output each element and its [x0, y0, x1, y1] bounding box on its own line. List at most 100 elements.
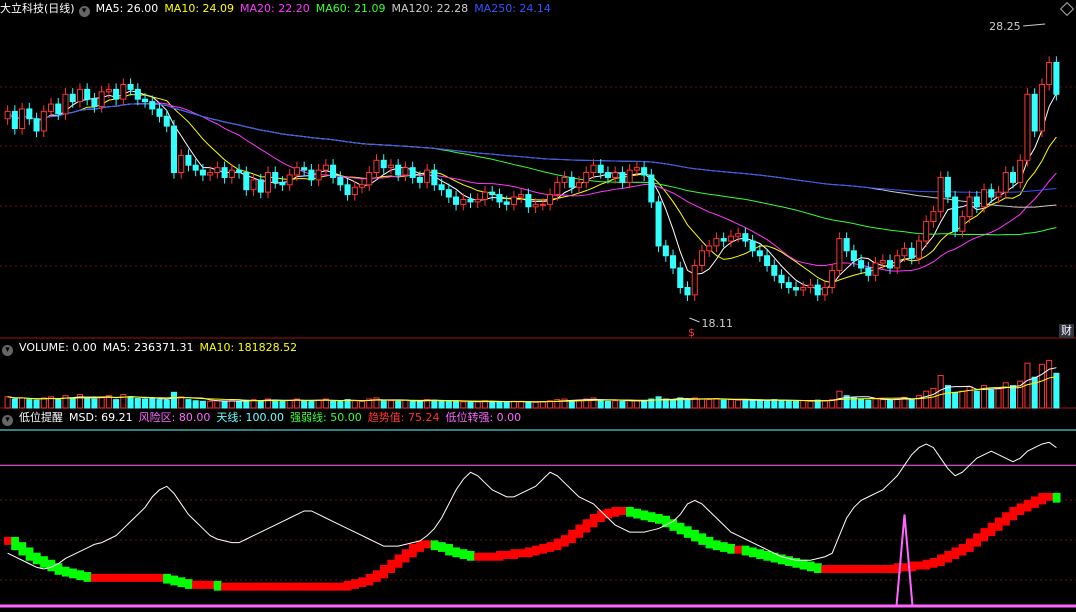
trend-block [336, 582, 345, 591]
trend-block [387, 559, 396, 574]
chevron-down-icon[interactable]: ▾ [2, 345, 13, 356]
volume-bar [438, 400, 445, 409]
volume-bar [308, 400, 315, 409]
trend-block [286, 582, 294, 591]
candle-body [4, 110, 11, 120]
volume-bar [713, 397, 720, 409]
volume-bar [127, 396, 134, 409]
candle-body [785, 282, 792, 289]
candle-body [19, 108, 26, 130]
trend-block [249, 582, 258, 591]
volume-bar [380, 399, 387, 409]
finance-tag[interactable]: 财 [1059, 324, 1074, 338]
volume-bar [532, 401, 539, 409]
indicator-label: 强弱线: 50.00 [290, 411, 362, 424]
volume-bar [330, 400, 337, 409]
trend-block [1052, 492, 1061, 503]
trend-block [177, 577, 186, 588]
trend-block [235, 582, 244, 591]
trend-block [437, 542, 446, 552]
candle-body [366, 172, 373, 186]
trend-block [481, 552, 490, 561]
candle-body [872, 262, 879, 276]
candle-body [243, 172, 250, 191]
trend-block [864, 565, 873, 574]
volume-bar [510, 400, 517, 409]
low-price-arrow [689, 317, 700, 323]
volume-bar [778, 399, 785, 409]
trend-block [343, 580, 352, 591]
trend-block [560, 535, 569, 547]
trend-block [307, 582, 316, 591]
candle-body [973, 196, 980, 208]
volume-bar [633, 400, 640, 409]
volume-bar [626, 399, 633, 409]
candle-body [814, 284, 821, 296]
candle-body [677, 267, 684, 289]
volume-bar [474, 401, 481, 409]
candle-body [474, 198, 481, 203]
candle-body [387, 164, 394, 169]
volume-bar [655, 396, 662, 409]
candle-body [771, 265, 778, 276]
trend-block [495, 550, 504, 561]
trend-block [430, 540, 439, 551]
trend-block [409, 543, 417, 558]
trend-block [1002, 512, 1010, 526]
trend-block [242, 582, 251, 591]
volume-bar [937, 375, 944, 409]
volume-bar [467, 401, 474, 409]
candle-body [532, 203, 539, 208]
high-price-arrow [1023, 23, 1046, 27]
volume-bar [134, 397, 141, 409]
volume-bar [409, 400, 416, 409]
trend-block [532, 545, 540, 556]
candle-body [865, 267, 872, 276]
trend-block [329, 582, 338, 591]
volume-label: MA10: 181828.52 [199, 341, 298, 354]
candle-body [792, 287, 800, 291]
candle-body [445, 189, 452, 198]
main-legend: 大立科技(日线) ▾ MA5: 26.00 MA10: 24.09 MA20: 22.2… [0, 1, 563, 17]
trend-block [994, 517, 1003, 531]
trend-block [90, 573, 99, 582]
candle-body [344, 184, 351, 196]
chevron-down-icon[interactable]: ▾ [78, 6, 90, 17]
trend-block [372, 570, 381, 582]
candle-body [575, 181, 583, 188]
trend-block [937, 554, 945, 566]
volume-bar [568, 400, 575, 409]
trend-block [170, 575, 179, 586]
chevron-down-icon[interactable]: ▾ [2, 415, 13, 426]
candle-body [706, 245, 713, 252]
candle-body [178, 154, 185, 174]
volume-bar [807, 400, 814, 409]
trend-block [582, 519, 591, 533]
volume-bar [698, 398, 706, 409]
volume-bar [973, 390, 980, 409]
trend-block [720, 542, 728, 552]
trend-block [828, 565, 837, 574]
candle-body [395, 164, 402, 176]
volume-bar [727, 399, 734, 409]
trend-block [119, 573, 128, 582]
trend-block [69, 568, 77, 579]
candle-body [467, 198, 474, 203]
volume-bar [923, 390, 930, 409]
trend-block [1009, 506, 1018, 521]
candle-body [879, 260, 886, 264]
indicator-label: 低位提醒 [19, 411, 63, 424]
candle-body [438, 184, 445, 191]
trend-block [163, 573, 171, 584]
trend-block [727, 543, 736, 554]
volume-bar [315, 399, 322, 409]
trend-block [517, 549, 526, 558]
candle-body [496, 194, 503, 203]
candle-body [149, 101, 156, 110]
candle-body [1024, 93, 1031, 161]
volume-bar [764, 399, 771, 409]
trend-block [401, 549, 410, 563]
trend-block [380, 565, 388, 579]
trend-block [712, 540, 721, 551]
candle-body [431, 169, 438, 186]
